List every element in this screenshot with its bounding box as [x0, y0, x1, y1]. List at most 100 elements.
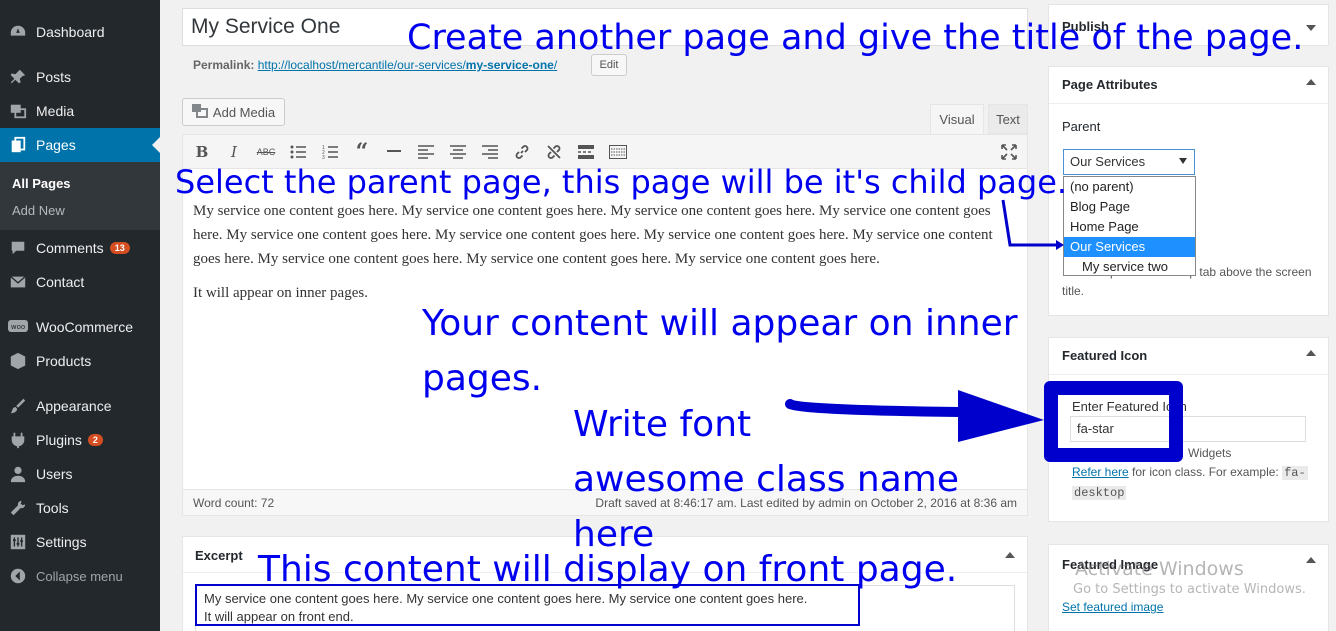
content-paragraph-1: My service one content goes here. My ser…	[193, 203, 993, 267]
numbered-list-icon[interactable]: 123	[319, 141, 341, 163]
permalink-base: http://localhost/mercantile/our-services…	[257, 58, 466, 72]
active-indicator	[152, 137, 160, 153]
menu-label: Pages	[36, 137, 76, 153]
annotation-inner-note: Your content will appear on inner pages.	[422, 303, 1018, 399]
divider	[1049, 103, 1328, 104]
menu-label: Comments	[36, 240, 104, 256]
annotation-font-line-2: awesome class name here	[573, 459, 959, 555]
menu-dashboard[interactable]: Dashboard	[0, 15, 160, 49]
chevron-down-icon	[1179, 158, 1187, 164]
read-more-icon[interactable]	[575, 141, 597, 163]
menu-appearance[interactable]: Appearance	[0, 389, 160, 423]
bold-icon[interactable]: B	[191, 141, 213, 163]
menu-settings[interactable]: Settings	[0, 525, 160, 559]
parent-label: Parent	[1062, 119, 1101, 134]
featured-icon-label: Enter Featured Icon	[1072, 399, 1187, 414]
divider	[1049, 374, 1328, 375]
menu-label: Collapse menu	[36, 568, 123, 584]
plug-icon	[0, 431, 36, 449]
featured-icon-input[interactable]: fa-star	[1070, 416, 1306, 442]
parent-option[interactable]: Home Page	[1064, 217, 1195, 237]
parent-select-value: Our Services	[1070, 154, 1146, 169]
menu-media[interactable]: Media	[0, 94, 160, 128]
brush-icon	[0, 397, 36, 415]
excerpt-line-1: My service one content goes here. My ser…	[204, 591, 808, 606]
permalink-slug: my-service-one	[465, 58, 554, 72]
menu-label: WooCommerce	[36, 319, 133, 335]
comment-icon	[0, 239, 36, 257]
set-featured-image-link[interactable]: Set featured image	[1062, 600, 1163, 614]
help-mid: for icon class. For example:	[1128, 465, 1283, 479]
menu-products[interactable]: Products	[0, 344, 160, 378]
expand-arrow-icon[interactable]	[1306, 25, 1316, 31]
excerpt-title: Excerpt	[195, 548, 243, 563]
settings-icon	[0, 533, 36, 551]
menu-users[interactable]: Users	[0, 457, 160, 491]
user-icon	[0, 465, 36, 483]
permalink-row: Permalink: http://localhost/mercantile/o…	[193, 58, 557, 72]
excerpt-line-2: It will appear on front end.	[204, 609, 354, 624]
link-icon[interactable]	[511, 141, 533, 163]
annotation-font-note: Write font awesome class name here	[573, 397, 1043, 562]
add-media-button[interactable]: Add Media	[182, 98, 285, 126]
permalink-end: /	[553, 58, 558, 72]
pages-submenu: All Pages Add New	[0, 162, 160, 230]
collapse-arrow-icon[interactable]	[1306, 350, 1316, 356]
bullet-list-icon[interactable]	[287, 141, 309, 163]
fullscreen-icon[interactable]	[998, 141, 1020, 163]
horizontal-line-icon[interactable]	[383, 141, 405, 163]
annotation-parent-note: Select the parent page, this page will b…	[175, 163, 1068, 201]
annotation-font-line-1: Write font	[573, 404, 752, 445]
blockquote-icon[interactable]: “	[351, 139, 373, 165]
collapse-arrow-icon[interactable]	[1306, 79, 1316, 85]
submenu-all-pages[interactable]: All Pages	[12, 176, 71, 191]
admin-sidebar: Dashboard Posts Media Pages All Pages Ad…	[0, 0, 160, 631]
dashboard-icon	[0, 23, 36, 41]
toolbar-toggle-icon[interactable]	[607, 141, 629, 163]
submenu-add-new[interactable]: Add New	[12, 203, 65, 218]
refer-here-link[interactable]: Refer here	[1072, 465, 1129, 479]
strikethrough-icon[interactable]: ABC	[255, 141, 277, 163]
menu-contact[interactable]: Contact	[0, 265, 160, 299]
menu-pages[interactable]: Pages	[0, 128, 160, 162]
permalink-link[interactable]: http://localhost/mercantile/our-services…	[258, 58, 557, 72]
menu-label: Tools	[36, 500, 69, 516]
menu-plugins[interactable]: Plugins 2	[0, 423, 160, 457]
menu-label: Users	[36, 466, 73, 482]
parent-option-selected[interactable]: Our Services	[1064, 237, 1195, 257]
annotation-title-note: Create another page and give the title o…	[407, 18, 1304, 58]
permalink-label: Permalink:	[193, 58, 255, 72]
excerpt-textarea[interactable]: My service one content goes here. My ser…	[195, 585, 1015, 631]
woo-icon: woo	[0, 320, 36, 334]
featured-icon-help: Widgets Refer here for icon class. For e…	[1072, 444, 1312, 503]
menu-tools[interactable]: Tools	[0, 491, 160, 525]
word-count: Word count: 72	[193, 496, 275, 510]
menu-comments[interactable]: Comments 13	[0, 231, 160, 265]
menu-label: Appearance	[36, 398, 112, 414]
unlink-icon[interactable]	[543, 141, 565, 163]
menu-woocommerce[interactable]: woo WooCommerce	[0, 310, 160, 344]
mail-icon	[0, 273, 36, 291]
collapse-arrow-icon[interactable]	[1306, 557, 1316, 563]
align-center-icon[interactable]	[447, 141, 469, 163]
italic-icon[interactable]: I	[223, 141, 245, 163]
parent-select[interactable]: Our Services	[1063, 149, 1195, 175]
help-widgets: Widgets	[1188, 446, 1232, 460]
help-code-2: desktop	[1072, 486, 1127, 500]
parent-option[interactable]: (no parent)	[1064, 177, 1195, 197]
menu-label: Products	[36, 353, 92, 369]
comments-count-badge: 13	[109, 242, 130, 254]
collapse-menu-button[interactable]: Collapse menu	[0, 559, 160, 593]
pages-icon	[0, 136, 36, 154]
align-right-icon[interactable]	[479, 141, 501, 163]
menu-label: Media	[36, 103, 75, 119]
featured-icon-title: Featured Icon	[1062, 348, 1148, 363]
menu-posts[interactable]: Posts	[0, 60, 160, 94]
parent-option[interactable]: Blog Page	[1064, 197, 1195, 217]
tab-visual[interactable]: Visual	[930, 104, 984, 134]
tab-text[interactable]: Text	[988, 104, 1028, 134]
align-left-icon[interactable]	[415, 141, 437, 163]
parent-option[interactable]: My service two	[1064, 257, 1195, 277]
add-media-label: Add Media	[212, 104, 276, 120]
box-icon	[0, 352, 36, 370]
